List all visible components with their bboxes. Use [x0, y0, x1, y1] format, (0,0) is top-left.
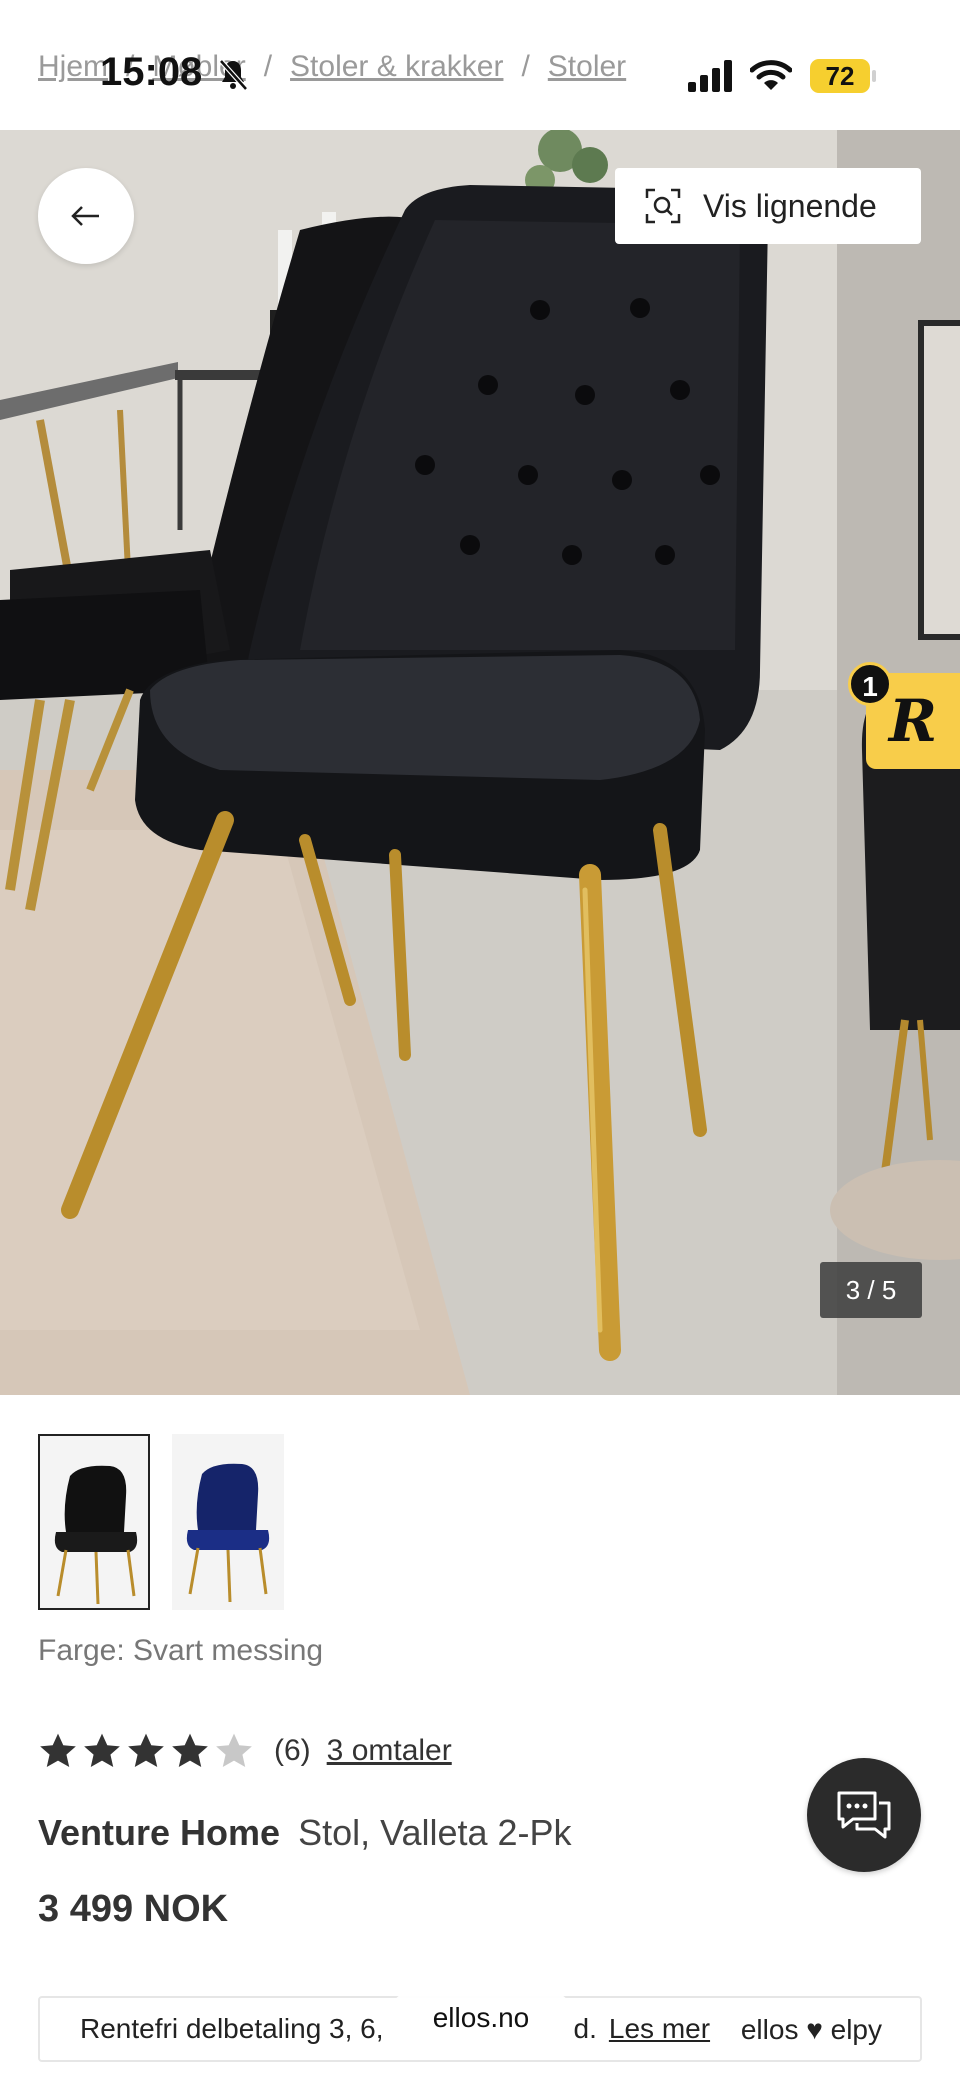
chat-button[interactable]: [807, 1758, 921, 1872]
r-logo-icon: R: [888, 687, 938, 755]
star-rating: [38, 1732, 254, 1770]
product-price: 3 499 NOK: [38, 1888, 229, 1930]
star-icon: [128, 1733, 164, 1768]
back-arrow-icon: [71, 206, 99, 226]
product-image[interactable]: [0, 130, 960, 1395]
breadcrumb-chairs[interactable]: Stoler: [548, 50, 626, 83]
thumbnail-black-chair[interactable]: [38, 1434, 150, 1610]
image-counter: 3 / 5: [820, 1262, 922, 1318]
browser-url-bar[interactable]: ellos.no: [388, 1990, 574, 2046]
status-time: 15:08: [100, 50, 203, 94]
battery-indicator: 72: [810, 59, 870, 93]
product-brand[interactable]: Venture Home: [38, 1812, 280, 1853]
product-title: Venture Home Stol, Valleta 2-Pk: [38, 1812, 572, 1854]
breadcrumb-home[interactable]: Hjem: [38, 50, 108, 83]
show-similar-label: Vis lignende: [703, 187, 877, 224]
wifi-icon: [750, 60, 792, 90]
bell-muted-icon: [219, 59, 248, 91]
rating-count: (6): [274, 1734, 311, 1767]
color-label: Farge: Svart messing: [38, 1634, 324, 1667]
thumbnail-blue-image: [186, 1463, 270, 1603]
battery-tip: [872, 70, 876, 82]
notification-count-badge: 1: [848, 662, 892, 706]
show-similar-button[interactable]: Vis lignende: [615, 168, 921, 244]
breadcrumb-separator: /: [263, 50, 273, 83]
chat-icon: [837, 1791, 891, 1839]
chair-photo: [0, 130, 960, 1395]
reviews-link[interactable]: 3 omtaler: [327, 1734, 452, 1768]
top-bar: Hjem / Møbler / Stoler & krakker / Stoler 15:0…: [0, 0, 960, 130]
breadcrumb-separator: /: [521, 50, 530, 83]
product-name: Stol, Valleta 2-Pk: [298, 1812, 572, 1853]
rating-row: (6) 3 omtaler: [38, 1732, 452, 1770]
star-icon: [84, 1733, 120, 1768]
installment-text: Rentefri delbetaling 3, 6,: [80, 2013, 384, 2044]
visual-search-icon: [645, 188, 681, 224]
installment-text-end: d.: [573, 2013, 597, 2044]
ellos-elpy-logo: ellos ♥ elpy: [740, 2014, 882, 2045]
signal-icon: [688, 60, 732, 92]
back-button[interactable]: [38, 168, 134, 264]
thumbnail-blue-chair[interactable]: [172, 1434, 284, 1610]
star-icon: [40, 1733, 76, 1768]
read-more-link[interactable]: Les mer: [609, 2013, 710, 2045]
star-empty-icon: [216, 1733, 252, 1768]
thumbnail-black-image: [54, 1465, 138, 1605]
breadcrumb-chairs-stools[interactable]: Stoler & krakker: [290, 50, 503, 83]
star-icon: [172, 1733, 208, 1768]
